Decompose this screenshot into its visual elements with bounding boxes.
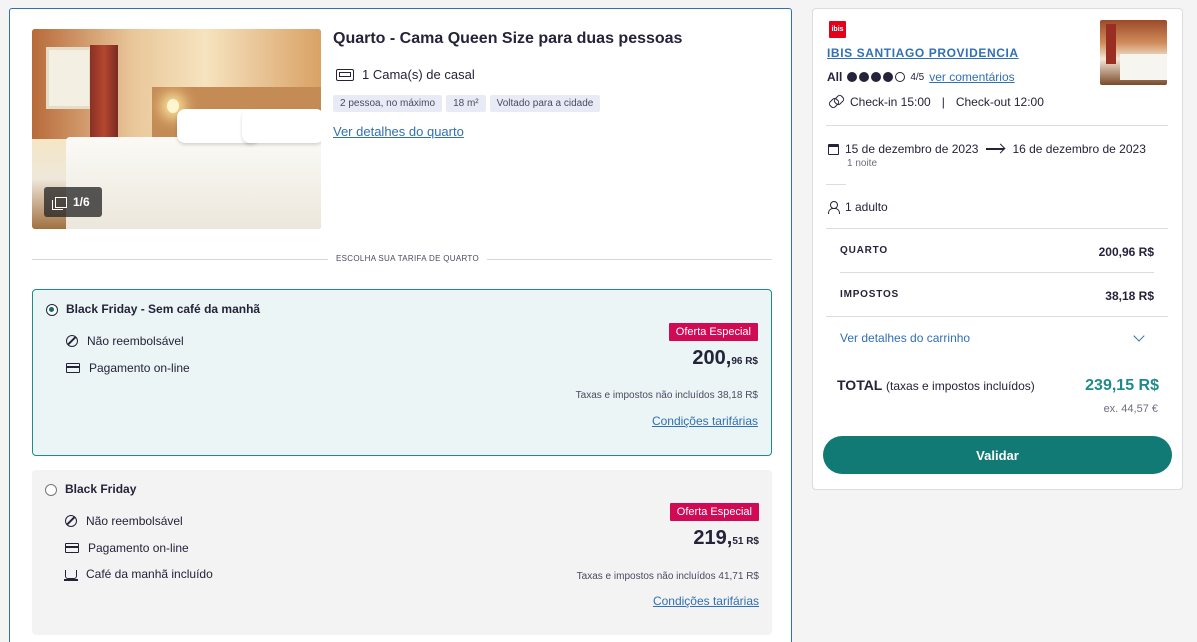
hotel-name-link[interactable]: IBIS SANTIAGO PROVIDENCIA (827, 46, 1019, 60)
separator (826, 184, 846, 185)
rating-dot-filled (847, 72, 858, 82)
ibis-logo: ibis (829, 21, 846, 38)
all-brand-icon: All (827, 70, 843, 84)
rate-section-label: ESCOLHA SUA TARIFA DE QUARTO (328, 254, 487, 263)
rate-taxes: Taxas e impostos não incluídos 38,18 R$ (575, 390, 758, 401)
room-tags: 2 pessoa, no máximo 18 m² Voltado para a… (333, 95, 601, 112)
stay-dates: 15 de dezembro de 2023 16 de dezembro de… (828, 142, 1146, 156)
rating-dot-filled (859, 72, 870, 82)
link-icon (830, 96, 842, 108)
bed-icon (336, 68, 354, 81)
cart-details-link[interactable]: Ver detalhes do carrinho (840, 331, 970, 345)
radio-selected[interactable] (46, 304, 58, 316)
room-details-link[interactable]: Ver detalhes do quarto (333, 124, 464, 139)
credit-card-icon (65, 543, 79, 553)
room-cost-row: QUARTO 200,96 R$ (840, 245, 1154, 259)
tag-size: 18 m² (446, 95, 486, 112)
window (46, 47, 92, 109)
rating-dot-filled (883, 72, 894, 82)
calendar-icon (828, 143, 839, 155)
photo-counter[interactable]: 1/6 (44, 187, 102, 217)
room-card: 1/6 Quarto - Cama Queen Size para duas p… (9, 8, 792, 642)
hotel-thumbnail[interactable] (1100, 20, 1167, 85)
rate-taxes: Taxas e impostos não incluídos 41,71 R$ (576, 571, 759, 582)
room-title: Quarto - Cama Queen Size para duas pesso… (333, 30, 683, 47)
page: 1/6 Quarto - Cama Queen Size para duas p… (0, 0, 1197, 642)
rate-name: Black Friday - Sem café da manhã (66, 302, 261, 316)
tag-capacity: 2 pessoa, no máximo (333, 95, 443, 112)
tax-cost-row: IMPOSTOS 38,18 R$ (840, 289, 1154, 303)
rating-dot-filled (871, 72, 882, 82)
room-photo[interactable]: 1/6 (32, 29, 321, 229)
rating-score: 4/5 (910, 71, 925, 83)
rate-price: 219,51 R$ (693, 527, 759, 549)
coffee-cup-icon (64, 569, 78, 581)
special-offer-badge: Oferta Especial (668, 323, 758, 341)
feature-online-payment: Pagamento on-line (65, 541, 189, 555)
hotel-rating: All 4/5 ver comentários (827, 70, 1015, 84)
rate-option-black-friday[interactable]: Black Friday Não reembolsável Pagamento … (32, 470, 772, 635)
feature-non-refundable: Não reembolsável (65, 514, 183, 528)
total-price: 239,15 R$ (1085, 377, 1159, 394)
validate-button[interactable]: Validar (823, 436, 1172, 474)
bed-info: 1 Cama(s) de casal (336, 67, 475, 82)
rate-conditions-link[interactable]: Condições tarifárias (652, 414, 758, 428)
rate-option-black-friday-no-breakfast[interactable]: Black Friday - Sem café da manhã Não ree… (32, 289, 772, 456)
no-refund-icon (66, 335, 78, 347)
feature-non-refundable: Não reembolsável (66, 334, 184, 348)
booking-summary: ibis IBIS SANTIAGO PROVIDENCIA All 4/5 v… (812, 8, 1183, 490)
feature-online-payment: Pagamento on-line (66, 361, 190, 375)
no-refund-icon (65, 515, 77, 527)
reviews-link[interactable]: ver comentários (929, 70, 1014, 84)
arrow-right-icon (986, 148, 1005, 150)
separator (826, 125, 1168, 126)
special-offer-badge: Oferta Especial (669, 503, 759, 521)
total-label: TOTAL (taxas e impostos incluídos) (837, 377, 1035, 393)
checkin-checkout: Check-in 15:00 | Check-out 12:00 (830, 95, 1044, 109)
user-icon (828, 200, 840, 214)
chevron-down-icon[interactable] (1133, 330, 1145, 342)
rate-price: 200,96 R$ (692, 347, 758, 369)
feature-breakfast: Café da manhã incluído (64, 567, 213, 581)
tag-view: Voltado para a cidade (489, 95, 601, 112)
credit-card-icon (66, 363, 80, 373)
rate-conditions-link[interactable]: Condições tarifárias (653, 594, 759, 608)
radio-unselected[interactable] (45, 484, 57, 496)
total-ex-tax: ex. 44,57 € (1103, 403, 1158, 415)
nights-count: 1 noite (847, 158, 878, 169)
gallery-icon (52, 196, 67, 210)
guests: 1 adulto (828, 200, 888, 214)
separator (826, 316, 1168, 317)
separator (826, 228, 1168, 229)
rate-name: Black Friday (65, 482, 137, 496)
rating-dot-empty (895, 72, 906, 82)
separator (840, 272, 1154, 273)
